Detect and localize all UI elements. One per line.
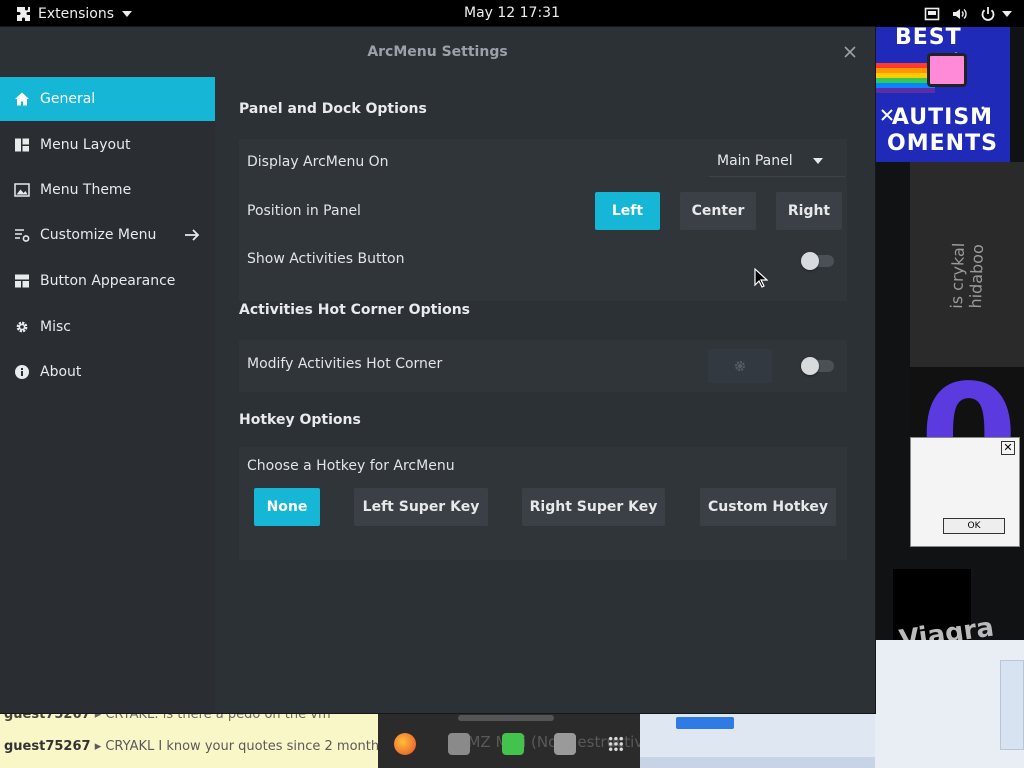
chevron-down-icon bbox=[812, 157, 823, 164]
position-right-button[interactable]: Right bbox=[776, 192, 842, 230]
sidebar-item-label: Misc bbox=[40, 319, 71, 335]
settings-sidebar: General Menu Layout Menu Theme Customize… bbox=[0, 77, 215, 713]
chevron-down-icon bbox=[122, 10, 133, 17]
background-popup-window: ✕ OK bbox=[910, 437, 1020, 547]
windows-taskbar-image bbox=[640, 713, 875, 768]
position-left-button[interactable]: Left bbox=[595, 192, 660, 230]
dock: EMZ Mini (Not destructive).zip bbox=[378, 713, 685, 768]
show-activities-toggle[interactable] bbox=[801, 252, 834, 270]
close-icon bbox=[881, 109, 893, 121]
rainbow-decoration bbox=[875, 63, 935, 93]
meme-text-moments: OMENTS bbox=[887, 131, 998, 156]
chevron-down-icon[interactable] bbox=[1002, 10, 1012, 17]
sidebar-item-label: Menu Layout bbox=[40, 137, 131, 153]
sidebar-item-menu-theme[interactable]: Menu Theme bbox=[0, 168, 215, 212]
file-manager-icon[interactable] bbox=[448, 733, 470, 755]
meme-text-best: BEST bbox=[895, 27, 962, 50]
dock-indicator bbox=[458, 715, 554, 721]
system-tray bbox=[924, 0, 1012, 27]
arcmenu-settings-dialog: ArcMenu Settings General Menu Layout Men… bbox=[0, 27, 875, 713]
hotkey-right-super-button[interactable]: Right Super Key bbox=[522, 488, 665, 526]
windows-screenshot-image bbox=[875, 640, 1024, 768]
extensions-menu-button[interactable]: Extensions bbox=[16, 0, 133, 27]
windows-blue-button bbox=[676, 717, 734, 729]
clock-text[interactable]: May 12 17:31 bbox=[464, 5, 560, 21]
extensions-puzzle-icon[interactable] bbox=[502, 733, 524, 755]
app-grid-icon[interactable] bbox=[608, 736, 624, 752]
section-title-hot-corner: Activities Hot Corner Options bbox=[239, 302, 471, 318]
popup-ok-button[interactable]: OK bbox=[943, 518, 1005, 534]
settings-content: Panel and Dock Options Display ArcMenu O… bbox=[215, 77, 875, 713]
gear-icon bbox=[14, 319, 30, 335]
hot-corner-card: Modify Activities Hot Corner bbox=[239, 340, 847, 392]
hotkey-card: Choose a Hotkey for ArcMenu None Left Su… bbox=[239, 447, 847, 560]
close-button[interactable] bbox=[841, 43, 859, 61]
close-icon bbox=[844, 46, 856, 58]
sidebar-item-label: Button Appearance bbox=[40, 273, 176, 289]
grid-icon bbox=[14, 273, 30, 289]
home-icon bbox=[14, 91, 30, 107]
layout-icon bbox=[14, 137, 30, 153]
sidebar-item-customize-menu[interactable]: Customize Menu bbox=[0, 213, 215, 257]
sidebar-item-menu-layout[interactable]: Menu Layout bbox=[0, 123, 215, 167]
screen-keyboard-icon[interactable] bbox=[924, 6, 940, 22]
modify-hot-corner-label: Modify Activities Hot Corner bbox=[247, 356, 443, 372]
clock: May 12 17:31 bbox=[0, 0, 1024, 27]
windows-sidebar-decoration bbox=[1000, 660, 1024, 750]
choose-hotkey-label: Choose a Hotkey for ArcMenu bbox=[247, 458, 455, 474]
sidebar-item-label: About bbox=[40, 364, 82, 380]
hotkey-left-super-button[interactable]: Left Super Key bbox=[354, 488, 488, 526]
list-settings-icon bbox=[14, 227, 30, 243]
position-in-panel-label: Position in Panel bbox=[247, 203, 361, 219]
show-activities-label: Show Activities Button bbox=[247, 251, 405, 267]
display-arcmenu-dropdown[interactable]: Main Panel bbox=[709, 145, 845, 177]
hidaboo-image: is crykal hidaboo bbox=[910, 162, 1024, 367]
meme-image: BEST AUTISM OMENTS bbox=[875, 27, 1010, 162]
toggle-knob bbox=[801, 357, 819, 375]
image-icon bbox=[14, 182, 30, 198]
hotkey-custom-button[interactable]: Custom Hotkey bbox=[700, 488, 836, 526]
section-title-hotkey: Hotkey Options bbox=[239, 412, 361, 428]
dialog-title: ArcMenu Settings bbox=[367, 44, 508, 60]
position-center-button[interactable]: Center bbox=[680, 192, 756, 230]
mouse-cursor-icon bbox=[754, 268, 768, 288]
sidebar-item-misc[interactable]: Misc bbox=[0, 305, 215, 349]
nyan-cat-icon bbox=[927, 53, 967, 87]
chat-text: CRYAKL I know your quotes since 2 months… bbox=[105, 739, 415, 754]
display-arcmenu-value: Main Panel bbox=[717, 152, 793, 169]
info-icon bbox=[14, 364, 30, 380]
sidebar-item-label: General bbox=[40, 91, 96, 107]
trash-icon[interactable] bbox=[554, 733, 576, 755]
modify-hot-corner-toggle[interactable] bbox=[801, 357, 834, 375]
extensions-label: Extensions bbox=[38, 5, 115, 22]
power-icon[interactable] bbox=[980, 6, 996, 22]
windows-taskbar-bar bbox=[640, 757, 875, 768]
hotkey-none-button[interactable]: None bbox=[254, 488, 320, 526]
sidebar-item-button-appearance[interactable]: Button Appearance bbox=[0, 259, 215, 303]
puzzle-icon bbox=[17, 6, 30, 21]
overlay-close-button[interactable] bbox=[878, 106, 896, 124]
display-arcmenu-label: Display ArcMenu On bbox=[247, 154, 389, 170]
toggle-knob bbox=[801, 252, 819, 270]
sidebar-item-general[interactable]: General bbox=[0, 77, 215, 121]
sidebar-item-about[interactable]: About bbox=[0, 350, 215, 394]
section-title-panel-dock: Panel and Dock Options bbox=[239, 101, 427, 117]
firefox-icon[interactable] bbox=[394, 733, 416, 755]
gear-icon bbox=[735, 361, 745, 371]
volume-icon[interactable] bbox=[952, 6, 968, 22]
hot-corner-settings-button[interactable] bbox=[708, 349, 772, 383]
popup-close-icon[interactable]: ✕ bbox=[1001, 441, 1015, 455]
dialog-header: ArcMenu Settings bbox=[0, 27, 875, 77]
top-bar: Extensions May 12 17:31 bbox=[0, 0, 1024, 27]
sidebar-item-label: Customize Menu bbox=[40, 227, 157, 243]
chat-user: guest75267 bbox=[4, 739, 91, 754]
chat-line: guest75267 ▸ CRYAKL I know your quotes s… bbox=[4, 739, 415, 754]
chat-strip: guest75267 ▸ CRYAKL: is there a pedo on … bbox=[0, 707, 414, 768]
hidaboo-text: is crykal hidaboo bbox=[946, 242, 988, 309]
sidebar-item-label: Menu Theme bbox=[40, 182, 132, 198]
arrow-right-icon bbox=[185, 229, 200, 241]
